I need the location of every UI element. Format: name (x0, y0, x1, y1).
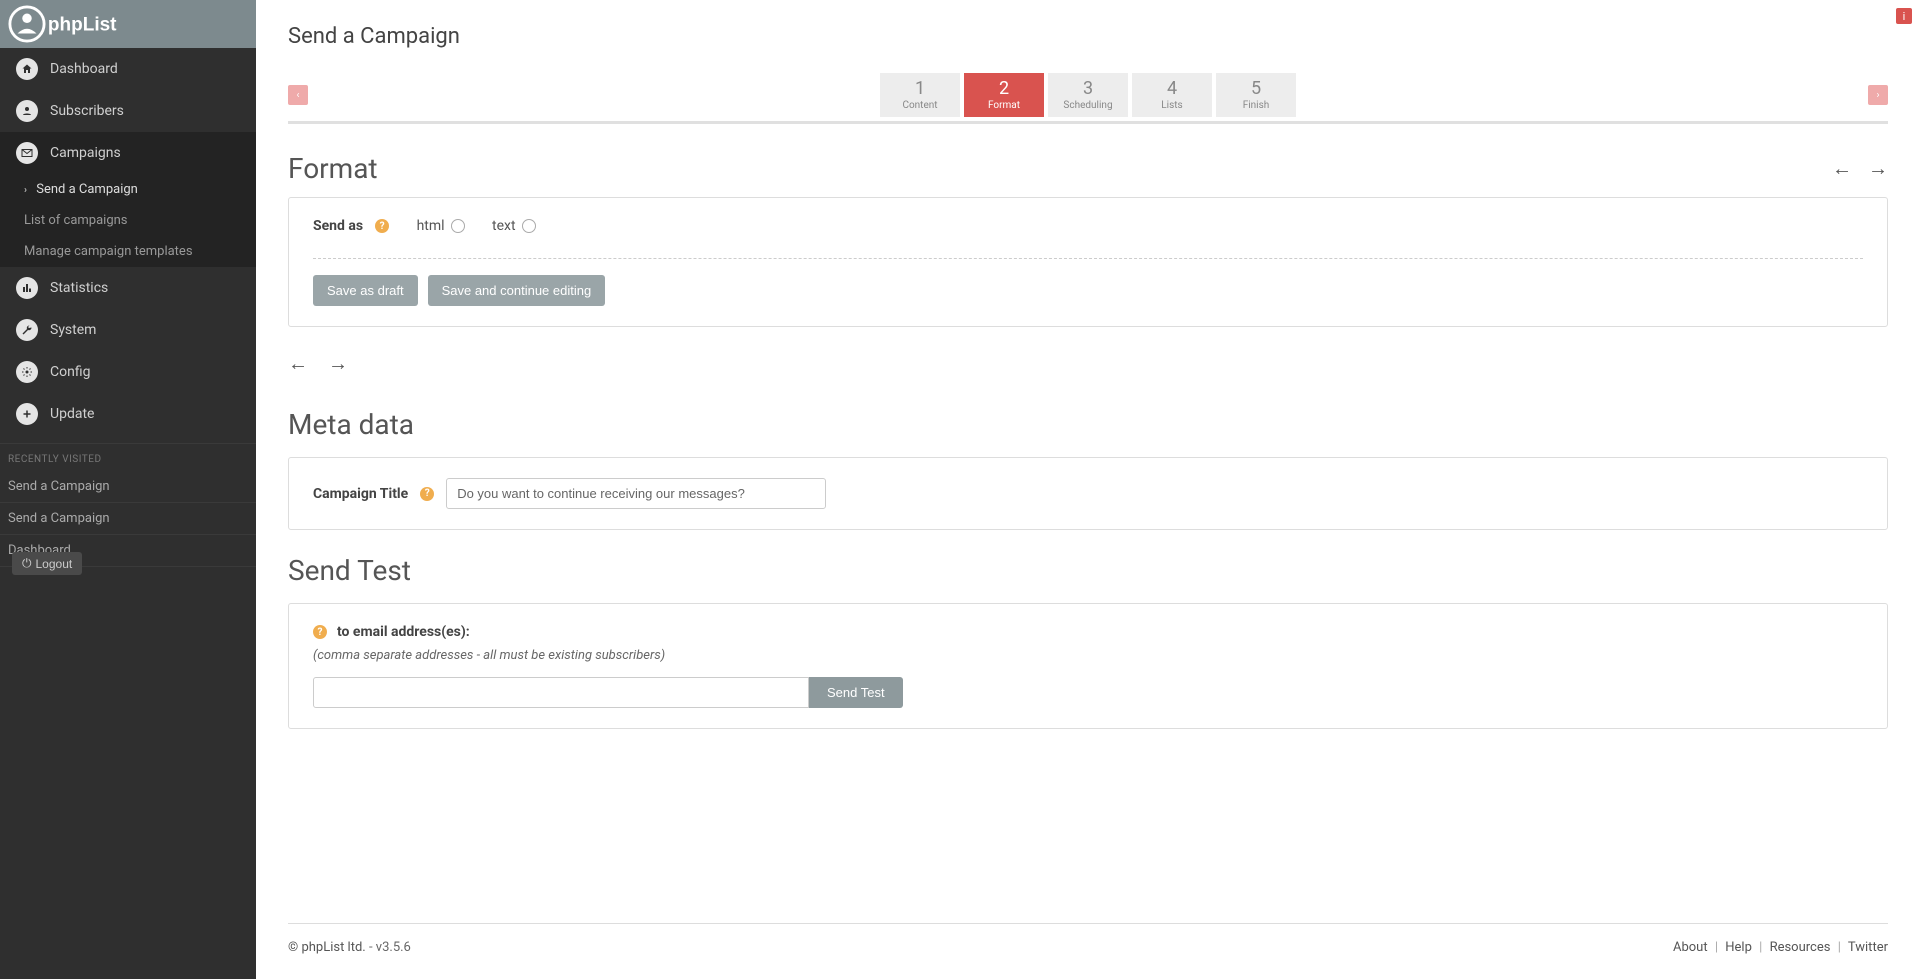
step-number: 1 (915, 80, 925, 98)
footer-resources[interactable]: Resources (1770, 940, 1831, 955)
sidebar-item-config[interactable]: Config (0, 351, 256, 393)
help-icon[interactable]: ? (313, 625, 327, 639)
footer-help[interactable]: Help (1725, 940, 1752, 955)
test-email-input[interactable] (313, 677, 809, 708)
sidebar-item-label: Statistics (50, 280, 108, 296)
next-tab-button-bottom[interactable]: → (328, 351, 348, 376)
step-number: 3 (1083, 80, 1093, 98)
help-icon[interactable]: ? (420, 487, 434, 501)
send-test-panel: ? to email address(es): (comma separate … (288, 603, 1888, 729)
footer-version: - v3.5.6 (369, 940, 411, 955)
sidebar-sub-manage-templates[interactable]: Manage campaign templates (0, 236, 256, 267)
step-label: Lists (1161, 100, 1182, 111)
wizard-prev-button[interactable]: ‹ (288, 85, 308, 105)
logout-label: Logout (36, 557, 73, 571)
campaign-title-label: Campaign Title (313, 486, 408, 502)
sidebar-sub-list-campaigns[interactable]: List of campaigns (0, 205, 256, 236)
recently-visited-label: RECENTLY VISITED (0, 443, 256, 471)
recent-item[interactable]: Send a Campaign (0, 471, 256, 503)
step-format[interactable]: 2 Format (964, 73, 1044, 117)
chart-icon (16, 277, 38, 299)
logout-button[interactable]: ⏻ Logout (12, 552, 82, 575)
sidebar-item-statistics[interactable]: Statistics (0, 267, 256, 309)
gear-icon (16, 361, 38, 383)
divider (313, 258, 1863, 259)
step-label: Finish (1243, 100, 1270, 111)
wizard-next-button[interactable]: › (1868, 85, 1888, 105)
step-scheduling[interactable]: 3 Scheduling (1048, 73, 1128, 117)
campaign-title-input[interactable] (446, 478, 826, 509)
user-icon (16, 100, 38, 122)
sidebar-item-label: Subscribers (50, 103, 124, 119)
sidebar-sub-label: Manage campaign templates (24, 244, 193, 259)
radio-html[interactable] (451, 219, 465, 233)
option-text-label: text (492, 218, 516, 234)
step-content[interactable]: 1 Content (880, 73, 960, 117)
logo[interactable]: phpList (0, 0, 256, 48)
sidebar-item-dashboard[interactable]: Dashboard (0, 48, 256, 90)
sidebar-submenu-campaigns: › Send a Campaign List of campaigns Mana… (0, 174, 256, 267)
step-label: Content (902, 100, 937, 111)
metadata-heading: Meta data (288, 408, 1888, 441)
footer-twitter[interactable]: Twitter (1848, 940, 1888, 955)
sidebar-item-label: Dashboard (50, 61, 118, 77)
to-addresses-label: to email address(es): (337, 624, 470, 640)
plus-circle-icon (16, 403, 38, 425)
prev-tab-button[interactable]: ← (1832, 156, 1852, 181)
sidebar-sub-send-campaign[interactable]: › Send a Campaign (0, 174, 256, 205)
footer-about[interactable]: About (1673, 940, 1708, 955)
help-icon[interactable]: ? (375, 219, 389, 233)
svg-text:phpList: phpList (48, 15, 117, 36)
send-test-heading: Send Test (288, 554, 1888, 587)
sidebar-item-label: System (50, 322, 96, 338)
sidebar: phpList Dashboard Subscribers Campaigns … (0, 0, 256, 979)
metadata-panel: Campaign Title ? (288, 457, 1888, 530)
step-finish[interactable]: 5 Finish (1216, 73, 1296, 117)
wizard-divider (288, 121, 1888, 124)
sidebar-item-update[interactable]: Update (0, 393, 256, 435)
page-title: Send a Campaign (288, 0, 1888, 65)
sidebar-item-label: Config (50, 364, 90, 380)
main-content: Send a Campaign ‹ 1 Content 2 Format 3 S… (256, 0, 1920, 979)
sidebar-item-label: Campaigns (50, 145, 121, 161)
power-icon: ⏻ (22, 556, 32, 571)
step-lists[interactable]: 4 Lists (1132, 73, 1212, 117)
footer: © phpList ltd. - v3.5.6 About | Help | R… (288, 923, 1888, 979)
sidebar-item-label: Update (50, 406, 94, 422)
sidebar-item-system[interactable]: System (0, 309, 256, 351)
next-tab-button[interactable]: → (1868, 156, 1888, 181)
context-help-button[interactable]: i (1896, 8, 1912, 24)
sidebar-item-subscribers[interactable]: Subscribers (0, 90, 256, 132)
step-number: 2 (999, 80, 1009, 98)
sidebar-item-campaigns[interactable]: Campaigns (0, 132, 256, 174)
footer-copyright[interactable]: © phpList ltd. (288, 940, 366, 955)
format-heading: Format (288, 152, 378, 185)
home-icon (16, 58, 38, 80)
sidebar-sub-label: Send a Campaign (36, 182, 138, 197)
chevron-right-icon: › (24, 185, 27, 196)
step-number: 4 (1167, 80, 1177, 98)
step-number: 5 (1251, 80, 1261, 98)
prev-tab-button-bottom[interactable]: ← (288, 351, 308, 376)
sidebar-sub-label: List of campaigns (24, 213, 128, 228)
step-label: Scheduling (1063, 100, 1112, 111)
wizard-steps: ‹ 1 Content 2 Format 3 Scheduling 4 List… (288, 73, 1888, 117)
radio-text[interactable] (522, 219, 536, 233)
recent-item[interactable]: Send a Campaign (0, 503, 256, 535)
addresses-hint: (comma separate addresses - all must be … (313, 648, 1863, 663)
send-as-label: Send as (313, 218, 363, 234)
step-label: Format (988, 100, 1020, 111)
save-draft-button[interactable]: Save as draft (313, 275, 418, 306)
option-html-label: html (417, 218, 445, 234)
wrench-icon (16, 319, 38, 341)
send-test-button[interactable]: Send Test (809, 677, 903, 708)
format-panel: Send as ? html text Save as draft Save a… (288, 197, 1888, 327)
save-continue-button[interactable]: Save and continue editing (428, 275, 606, 306)
envelope-icon (16, 142, 38, 164)
